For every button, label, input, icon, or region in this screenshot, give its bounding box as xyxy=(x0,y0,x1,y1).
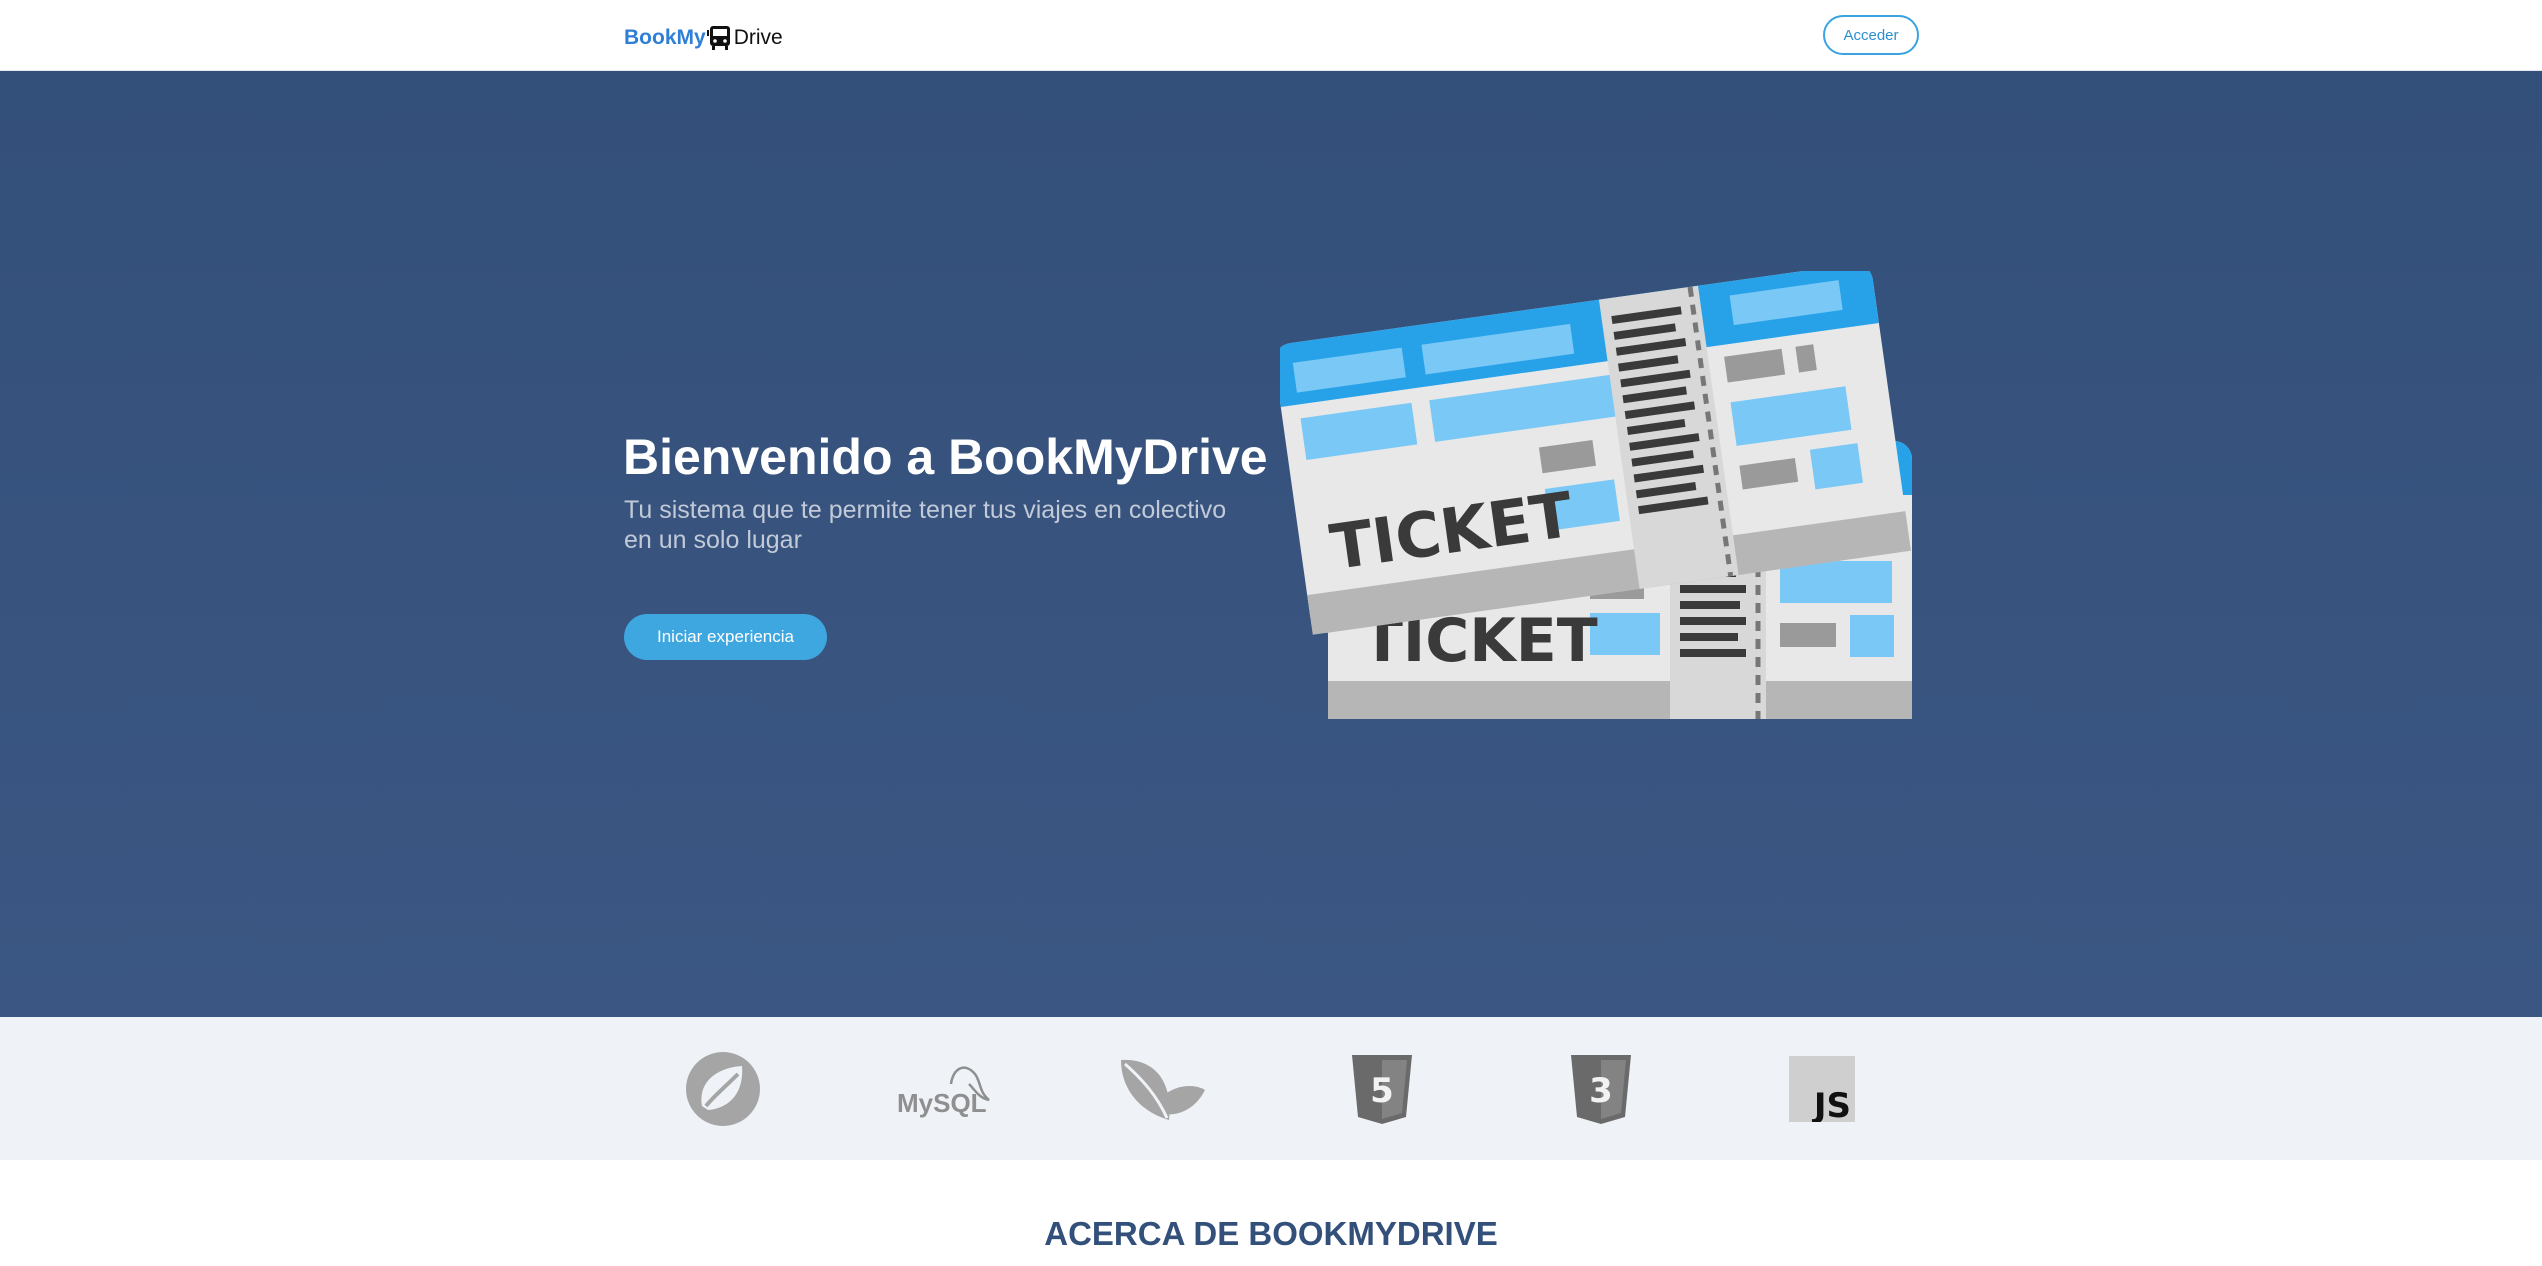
hero-subtitle: Tu sistema que te permite tener tus viaj… xyxy=(624,496,1227,554)
bus-icon xyxy=(706,24,733,52)
javascript-logo-text: JS xyxy=(1812,1086,1851,1122)
hero-section: Bienvenido a BookMyDrive Tu sistema que … xyxy=(0,71,2542,1017)
html5-logo: 5 xyxy=(1349,1047,1415,1131)
brand-name-part1: BookMy xyxy=(624,26,706,49)
thymeleaf-logo xyxy=(1115,1047,1207,1131)
brand-name-part2: Drive xyxy=(733,26,783,49)
technologies-strip: MySQL 5 3 JS xyxy=(0,1017,2542,1160)
spring-logo xyxy=(683,1047,763,1131)
css3-logo-text: 3 xyxy=(1589,1071,1613,1111)
html5-logo-text: 5 xyxy=(1370,1071,1394,1111)
css3-logo: 3 xyxy=(1568,1047,1634,1131)
about-title: ACERCA DE BOOKMYDRIVE xyxy=(1044,1215,1498,1252)
login-button[interactable]: Acceder xyxy=(1823,15,1919,55)
start-experience-button[interactable]: Iniciar experiencia xyxy=(624,614,827,660)
brand-logo[interactable]: BookMy Drive xyxy=(624,22,783,54)
tickets-illustration: TICKET TICKET xyxy=(1280,271,1912,719)
mysql-logo: MySQL xyxy=(893,1047,993,1131)
hero-title: Bienvenido a BookMyDrive xyxy=(623,429,1268,485)
mysql-logo-text: MySQL xyxy=(897,1088,987,1118)
navbar: BookMy Drive Acceder xyxy=(0,0,2542,71)
javascript-logo: JS xyxy=(1788,1047,1856,1131)
